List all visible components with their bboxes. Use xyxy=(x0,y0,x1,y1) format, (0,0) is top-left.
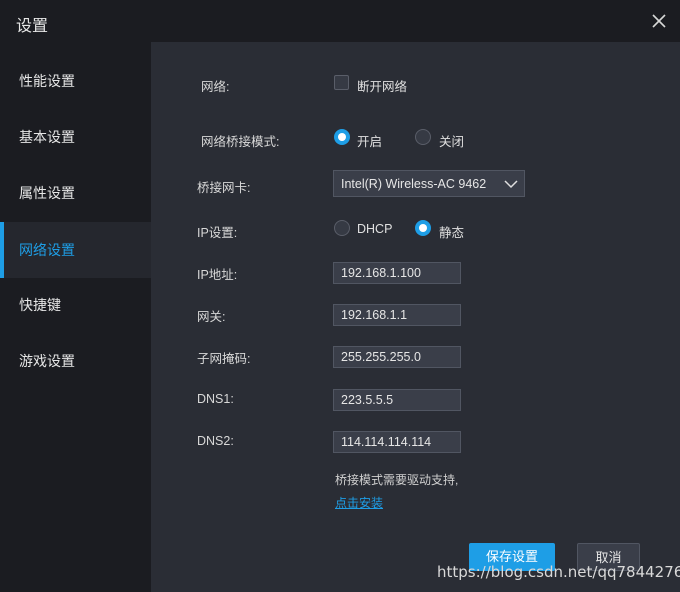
dhcp-label[interactable]: DHCP xyxy=(357,222,392,236)
disconnect-network-label[interactable]: 断开网络 xyxy=(357,76,407,95)
dns1-label: DNS1: xyxy=(197,392,234,406)
subnet-mask-label: 子网掩码: xyxy=(197,352,251,366)
ip-address-input[interactable]: 192.168.1.100 xyxy=(333,262,461,284)
settings-panel: 网络: 断开网络 网络桥接模式: 开启 关闭 桥接网卡: Intel(R) Wi… xyxy=(151,42,680,592)
install-link[interactable]: 点击安装 xyxy=(335,494,383,511)
close-button[interactable] xyxy=(646,8,672,34)
close-icon[interactable] xyxy=(646,8,672,34)
sidebar-item-label: 快捷键 xyxy=(19,297,61,313)
window-title: 设置 xyxy=(16,18,49,35)
watermark: https://blog.csdn.net/qq78442761 xyxy=(437,563,680,581)
dns2-label: DNS2: xyxy=(197,434,234,448)
sidebar-item-game[interactable]: 游戏设置 xyxy=(0,333,151,389)
sidebar-item-label: 属性设置 xyxy=(19,185,75,201)
sidebar-item-properties[interactable]: 属性设置 xyxy=(0,165,151,221)
gateway-input[interactable]: 192.168.1.1 xyxy=(333,304,461,326)
sidebar-item-shortcuts[interactable]: 快捷键 xyxy=(0,277,151,333)
ip-address-label: IP地址: xyxy=(197,268,238,282)
sidebar-item-basic[interactable]: 基本设置 xyxy=(0,109,151,165)
bridge-nic-select[interactable]: Intel(R) Wireless-AC 9462 xyxy=(333,170,525,197)
subnet-mask-input[interactable]: 255.255.255.0 xyxy=(333,346,461,368)
gateway-label: 网关: xyxy=(197,310,226,324)
sidebar-item-performance[interactable]: 性能设置 xyxy=(0,53,151,109)
sidebar-item-label: 游戏设置 xyxy=(19,353,75,369)
dns1-input[interactable]: 223.5.5.5 xyxy=(333,389,461,411)
dhcp-radio[interactable] xyxy=(334,220,350,236)
bridge-mode-label: 网络桥接模式: xyxy=(201,135,280,149)
sidebar-item-label: 基本设置 xyxy=(19,129,75,145)
sidebar-item-label: 网络设置 xyxy=(19,242,75,258)
chevron-down-icon xyxy=(504,180,518,189)
title-bar: 设置 xyxy=(0,0,680,42)
dns2-input[interactable]: 114.114.114.114 xyxy=(333,431,461,453)
disconnect-network-checkbox[interactable] xyxy=(334,75,349,90)
network-label: 网络: xyxy=(201,80,230,94)
sidebar-item-label: 性能设置 xyxy=(19,73,75,89)
sidebar-item-network[interactable]: 网络设置 xyxy=(0,222,151,278)
ip-setting-label: IP设置: xyxy=(197,226,238,240)
bridge-on-label[interactable]: 开启 xyxy=(357,131,382,150)
bridge-nic-value: Intel(R) Wireless-AC 9462 xyxy=(341,177,487,191)
bridge-nic-label: 桥接网卡: xyxy=(197,181,251,195)
driver-note: 桥接模式需要驱动支持, xyxy=(335,473,459,487)
bridge-off-label[interactable]: 关闭 xyxy=(439,131,464,150)
static-label[interactable]: 静态 xyxy=(439,222,464,241)
bridge-on-radio[interactable] xyxy=(334,129,350,145)
bridge-off-radio[interactable] xyxy=(415,129,431,145)
static-radio[interactable] xyxy=(415,220,431,236)
sidebar: 性能设置 基本设置 属性设置 网络设置 快捷键 游戏设置 xyxy=(0,42,151,592)
